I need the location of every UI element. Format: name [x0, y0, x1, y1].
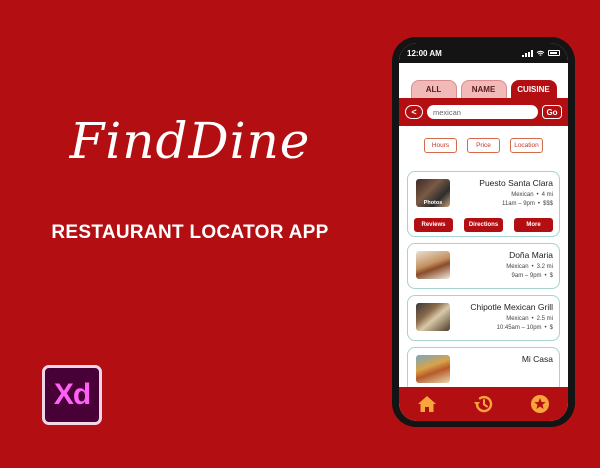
restaurant-cuisine: Mexican	[506, 316, 529, 322]
restaurant-photo	[416, 251, 450, 279]
more-button[interactable]: More	[514, 218, 553, 232]
search-mode-tabs: ALL NAME CUISINE	[399, 80, 568, 98]
history-icon[interactable]	[472, 394, 494, 414]
tab-all[interactable]: ALL	[410, 80, 457, 98]
phone-mockup: 12:00 AM ALL NAME CUISINE < mexican Go H…	[392, 37, 575, 427]
signal-icon	[522, 49, 533, 57]
restaurant-hours: 11am – 9pm	[501, 201, 535, 207]
tab-cuisine[interactable]: CUISINE	[510, 80, 557, 98]
battery-icon	[548, 50, 560, 56]
restaurant-price: $$$	[542, 201, 553, 207]
restaurant-distance: 4 mi	[541, 192, 553, 198]
app-subtitle: RESTAURANT LOCATOR APP	[51, 222, 329, 243]
restaurant-distance: 2.5 mi	[536, 316, 553, 322]
phone-screen: 12:00 AM ALL NAME CUISINE < mexican Go H…	[399, 43, 568, 421]
restaurant-card[interactable]: Mi Casa	[407, 347, 560, 387]
status-time: 12:00 AM	[407, 48, 442, 58]
search-bar: < mexican Go	[399, 98, 568, 126]
restaurant-distance: 3.2 mi	[536, 264, 553, 270]
restaurant-photo[interactable]: Photos	[416, 179, 450, 207]
tab-name[interactable]: NAME	[460, 80, 507, 98]
filter-bar: Hours Price Location	[399, 138, 568, 153]
bottom-navigation	[399, 387, 568, 421]
reviews-button[interactable]: Reviews	[414, 218, 453, 232]
restaurant-cuisine: Mexican	[506, 264, 529, 270]
restaurant-card[interactable]: Doña Maria Mexican • 3.2 mi 9am – 9pm • $	[407, 243, 560, 289]
search-input[interactable]: mexican	[427, 105, 538, 119]
filter-hours-button[interactable]: Hours	[424, 138, 457, 153]
restaurant-hours: 10:45am – 10pm	[496, 325, 542, 331]
restaurant-photo	[416, 303, 450, 331]
restaurant-card[interactable]: Photos Puesto Santa Clara Mexican • 4 mi 1…	[407, 171, 560, 237]
favorites-star-icon[interactable]	[530, 394, 550, 414]
restaurant-hours: 9am – 9pm	[511, 273, 542, 279]
adobe-xd-logo: Xd	[42, 365, 102, 425]
restaurant-card[interactable]: Chipotle Mexican Grill Mexican • 2.5 mi 10…	[407, 295, 560, 341]
status-icons	[522, 49, 560, 57]
restaurant-list: Photos Puesto Santa Clara Mexican • 4 mi 1…	[407, 171, 560, 387]
go-button[interactable]: Go	[542, 105, 562, 119]
photos-label: Photos	[423, 200, 443, 206]
restaurant-price: $	[549, 273, 553, 279]
wifi-icon	[536, 50, 545, 56]
home-icon[interactable]	[417, 395, 437, 413]
card-actions: Reviews Directions More	[414, 218, 553, 232]
restaurant-cuisine: Mexican	[511, 192, 534, 198]
restaurant-price: $	[549, 325, 553, 331]
app-title: FindDine	[69, 112, 311, 170]
directions-button[interactable]: Directions	[464, 218, 503, 232]
status-bar: 12:00 AM	[399, 43, 568, 63]
filter-location-button[interactable]: Location	[510, 138, 543, 153]
back-button[interactable]: <	[405, 105, 423, 119]
xd-logo-text: Xd	[53, 378, 91, 411]
filter-price-button[interactable]: Price	[467, 138, 500, 153]
restaurant-photo	[416, 355, 450, 383]
